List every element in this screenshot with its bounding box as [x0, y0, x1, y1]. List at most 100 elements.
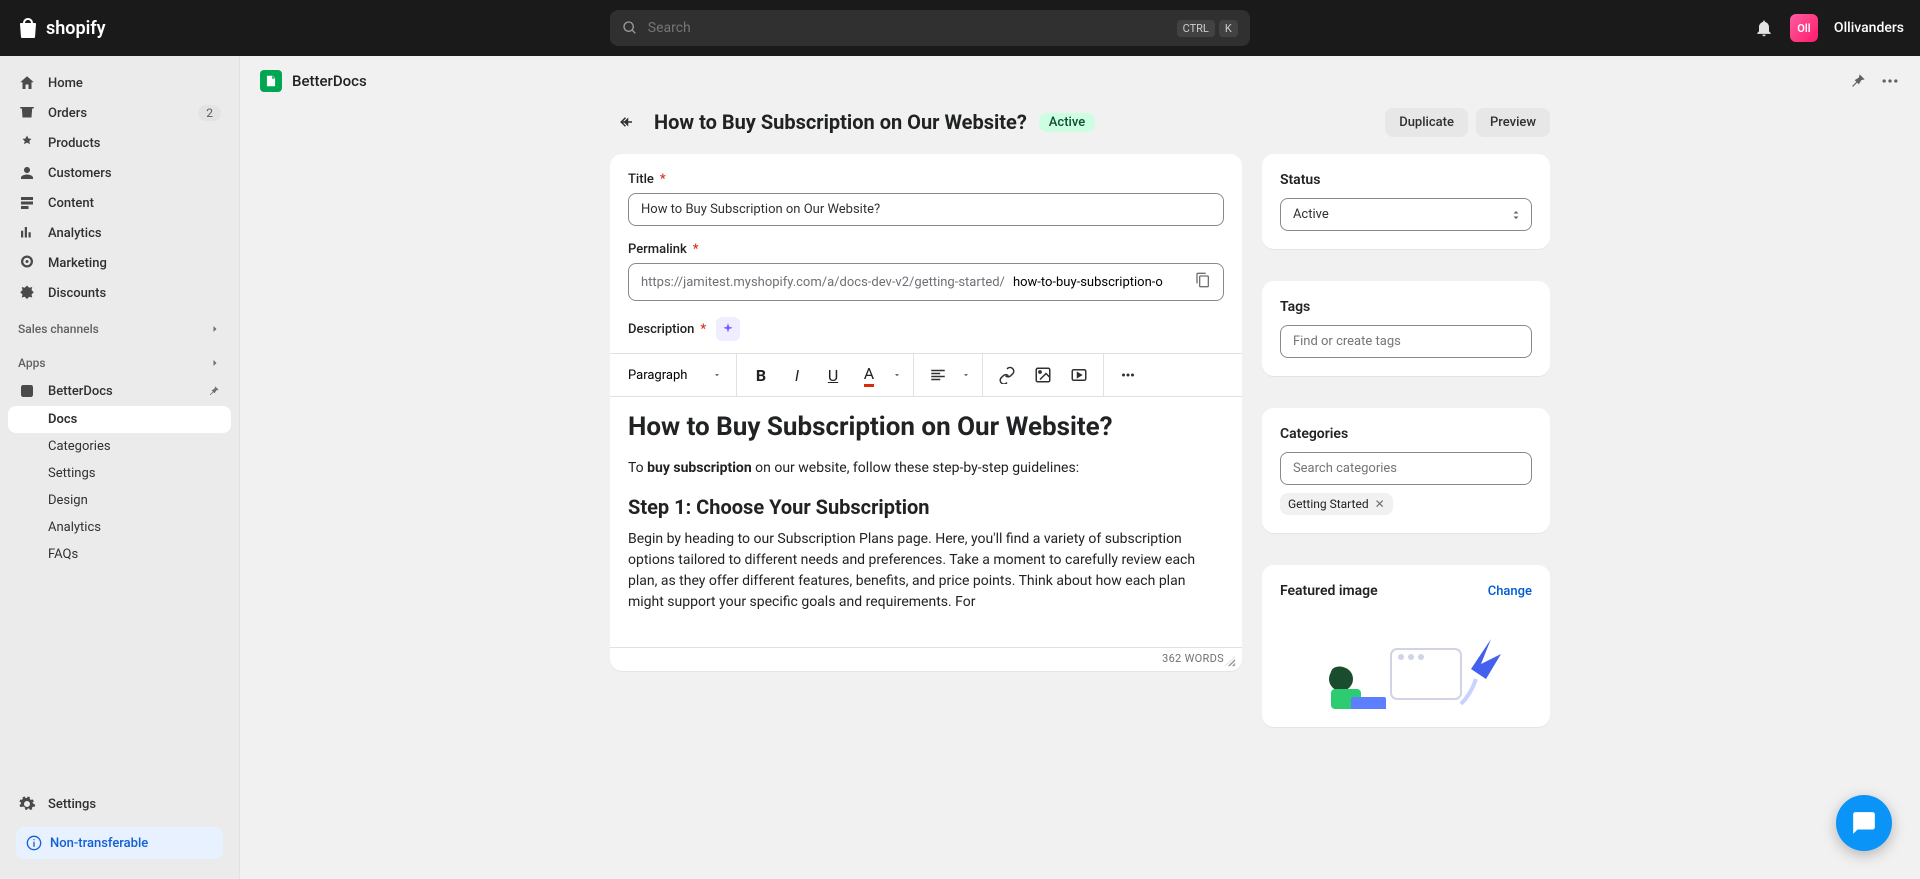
- nav-betterdocs[interactable]: BetterDocs: [8, 376, 231, 406]
- nav-marketing[interactable]: Marketing: [8, 248, 231, 278]
- status-badge: Active: [1039, 113, 1095, 132]
- editor-card: Paragraph B I U A: [610, 353, 1242, 671]
- permalink-prefix: https://jamitest.myshopify.com/a/docs-de…: [629, 267, 1009, 298]
- permalink-field: https://jamitest.myshopify.com/a/docs-de…: [628, 263, 1224, 301]
- video-button[interactable]: [1061, 357, 1097, 393]
- search-input[interactable]: [648, 20, 1167, 36]
- pin-icon[interactable]: [207, 384, 221, 398]
- copy-button[interactable]: [1183, 264, 1223, 300]
- change-image-link[interactable]: Change: [1488, 584, 1532, 599]
- title-label: Title *: [628, 172, 1224, 187]
- apps-heading[interactable]: Apps: [8, 342, 231, 376]
- pin-icon[interactable]: [1848, 71, 1868, 91]
- app-header: BetterDocs: [240, 56, 1920, 106]
- description-label: Description *: [628, 317, 1224, 341]
- duplicate-button[interactable]: Duplicate: [1385, 108, 1468, 137]
- page-title: How to Buy Subscription on Our Website?: [654, 110, 1027, 134]
- italic-button[interactable]: I: [779, 357, 815, 393]
- categories-heading: Categories: [1280, 426, 1532, 442]
- preview-button[interactable]: Preview: [1476, 108, 1550, 137]
- app-title: BetterDocs: [292, 72, 367, 90]
- nav-home[interactable]: Home: [8, 68, 231, 98]
- more-icon[interactable]: [1880, 71, 1900, 91]
- color-dropdown[interactable]: [887, 357, 907, 393]
- block-style-select[interactable]: Paragraph: [616, 360, 730, 391]
- global-search[interactable]: CTRL K: [610, 10, 1250, 46]
- title-input[interactable]: [628, 193, 1224, 226]
- kbd-k: K: [1219, 20, 1238, 37]
- nav-categories[interactable]: Categories: [8, 433, 231, 460]
- nav-discounts[interactable]: Discounts: [8, 278, 231, 308]
- gear-icon: [18, 795, 36, 813]
- nav-docs[interactable]: Docs: [8, 406, 231, 433]
- editor-body[interactable]: How to Buy Subscription on Our Website? …: [610, 397, 1242, 647]
- store-name[interactable]: Ollivanders: [1834, 20, 1904, 36]
- main-card: Title * Permalink * https://jamitest.mys…: [610, 154, 1242, 365]
- orders-badge: 2: [198, 105, 221, 121]
- resize-handle-icon[interactable]: [1224, 655, 1236, 667]
- nav-content[interactable]: Content: [8, 188, 231, 218]
- nav-app-analytics[interactable]: Analytics: [8, 514, 231, 541]
- home-icon: [18, 74, 36, 92]
- non-transferable-badge: Non-transferable: [16, 827, 223, 859]
- word-count: 362 WORDS: [1162, 652, 1224, 665]
- marketing-icon: [18, 254, 36, 272]
- nav-orders[interactable]: Orders2: [8, 98, 231, 128]
- shopify-logo: shopify: [16, 16, 106, 40]
- tags-input[interactable]: [1280, 325, 1532, 358]
- align-button[interactable]: [920, 357, 956, 393]
- link-button[interactable]: [989, 357, 1025, 393]
- nav-app-settings[interactable]: Settings: [8, 460, 231, 487]
- store-avatar[interactable]: Oll: [1790, 14, 1818, 42]
- page-header: How to Buy Subscription on Our Website? …: [610, 106, 1550, 138]
- bold-button[interactable]: B: [743, 357, 779, 393]
- analytics-icon: [18, 224, 36, 242]
- featured-heading: Featured image Change: [1280, 583, 1532, 599]
- orders-icon: [18, 104, 36, 122]
- content-h2: Step 1: Choose Your Subscription: [628, 495, 1224, 519]
- nav-design[interactable]: Design: [8, 487, 231, 514]
- nav-faqs[interactable]: FAQs: [8, 541, 231, 568]
- customers-icon: [18, 164, 36, 182]
- image-button[interactable]: [1025, 357, 1061, 393]
- content-p2: Begin by heading to our Subscription Pla…: [628, 529, 1224, 613]
- back-button[interactable]: [610, 106, 642, 138]
- editor-footer: 362 WORDS: [610, 647, 1242, 671]
- nav-customers[interactable]: Customers: [8, 158, 231, 188]
- search-icon: [622, 20, 638, 36]
- content-p1: To buy subscription on our website, foll…: [628, 458, 1224, 479]
- categories-input[interactable]: [1280, 452, 1532, 485]
- notifications-icon[interactable]: [1754, 18, 1774, 38]
- permalink-input[interactable]: [1009, 267, 1183, 298]
- sales-channels-heading[interactable]: Sales channels: [8, 308, 231, 342]
- featured-image-card: Featured image Change: [1262, 565, 1550, 727]
- kbd-ctrl: CTRL: [1177, 20, 1215, 37]
- products-icon: [18, 134, 36, 152]
- status-select[interactable]: Active: [1280, 198, 1532, 231]
- content-h1: How to Buy Subscription on Our Website?: [628, 411, 1224, 444]
- permalink-label: Permalink *: [628, 242, 1224, 257]
- content-icon: [18, 194, 36, 212]
- align-dropdown[interactable]: [956, 357, 976, 393]
- info-icon: [26, 835, 42, 851]
- chat-widget-button[interactable]: [1836, 795, 1892, 851]
- categories-card: Categories Getting Started ✕: [1262, 408, 1550, 533]
- nav-products[interactable]: Products: [8, 128, 231, 158]
- shopify-bag-icon: [16, 16, 40, 40]
- underline-button[interactable]: U: [815, 357, 851, 393]
- nav-settings[interactable]: Settings: [8, 789, 231, 819]
- category-chip: Getting Started ✕: [1280, 493, 1393, 515]
- text-color-button[interactable]: A: [851, 357, 887, 393]
- remove-chip-button[interactable]: ✕: [1375, 497, 1385, 511]
- status-heading: Status: [1280, 172, 1532, 188]
- app-icon: [18, 382, 36, 400]
- featured-illustration: [1280, 609, 1532, 709]
- nav-analytics[interactable]: Analytics: [8, 218, 231, 248]
- sidebar: Home Orders2 Products Customers Content …: [0, 56, 240, 879]
- chevron-down-icon: [712, 370, 722, 380]
- topbar: shopify CTRL K Oll Ollivanders: [0, 0, 1920, 56]
- ai-assist-button[interactable]: [716, 317, 740, 341]
- more-tools-button[interactable]: [1110, 357, 1146, 393]
- tags-card: Tags: [1262, 281, 1550, 376]
- tags-heading: Tags: [1280, 299, 1532, 315]
